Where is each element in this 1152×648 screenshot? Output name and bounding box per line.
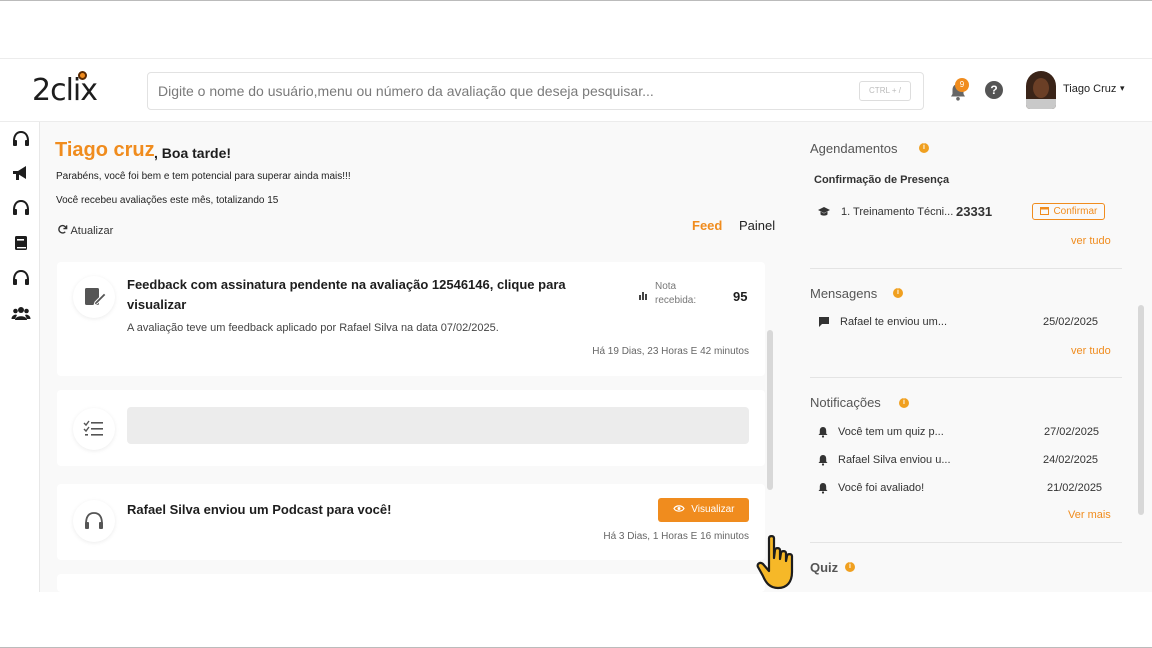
search-shortcut-hint: CTRL + / xyxy=(859,81,911,101)
view-podcast-button[interactable]: Visualizar xyxy=(658,498,749,522)
info-icon: i xyxy=(919,143,929,153)
greeting-text: , Boa tarde! xyxy=(154,145,232,161)
mensagens-see-all-link[interactable]: ver tudo xyxy=(1071,345,1111,357)
agendamentos-see-all-link[interactable]: ver tudo xyxy=(1071,235,1111,247)
headset-icon[interactable] xyxy=(11,130,31,148)
megaphone-icon[interactable] xyxy=(11,164,31,182)
info-icon: i xyxy=(845,562,855,572)
graduation-cap-icon xyxy=(818,207,830,216)
refresh-button[interactable]: Atualizar xyxy=(57,224,113,237)
tab-feed[interactable]: Feed xyxy=(692,218,722,233)
divider xyxy=(810,268,1122,269)
headphones-icon xyxy=(73,500,115,542)
notificacoes-title: Notificações xyxy=(810,395,881,410)
agendamentos-subtitle: Confirmação de Presença xyxy=(814,174,950,186)
mensagem-item-date: 25/02/2025 xyxy=(1043,316,1099,328)
calendar-icon xyxy=(1039,207,1049,215)
refresh-label: Atualizar xyxy=(70,225,114,237)
signature-icon xyxy=(73,276,115,318)
sidebar xyxy=(0,122,40,592)
evaluations-summary: Você recebeu avaliações este mês, totali… xyxy=(56,195,279,206)
bell-icon xyxy=(818,483,828,494)
info-icon: i xyxy=(899,398,909,408)
search-bar[interactable]: CTRL + / xyxy=(147,72,924,110)
bell-icon xyxy=(818,427,828,438)
notificacao-item-text[interactable]: Você tem um quiz p... xyxy=(838,426,944,438)
card-podcast-title[interactable]: Rafael Silva enviou um Podcast para você… xyxy=(127,500,391,520)
right-panel-scrollbar[interactable] xyxy=(1138,305,1144,515)
user-name[interactable]: Tiago Cruz xyxy=(1063,83,1116,95)
avatar[interactable] xyxy=(1026,71,1056,109)
bell-icon xyxy=(818,455,828,466)
right-panel xyxy=(798,122,1152,592)
avatar-shirt xyxy=(1026,99,1056,109)
avatar-face xyxy=(1033,78,1049,98)
feed-scrollbar[interactable] xyxy=(767,330,773,490)
notification-badge: 9 xyxy=(955,78,969,92)
bottom-blank-area xyxy=(0,592,1152,648)
brand-logo[interactable]: 2clix xyxy=(32,71,98,108)
tab-painel[interactable]: Painel xyxy=(739,218,775,233)
info-icon: i xyxy=(893,288,903,298)
group-icon[interactable] xyxy=(11,304,31,322)
book-icon[interactable] xyxy=(11,234,31,252)
quiz-title: Quiz xyxy=(810,560,839,575)
agendamento-item-code: 23331 xyxy=(956,204,993,219)
score-value: 95 xyxy=(733,289,748,304)
logo-dot-icon xyxy=(78,71,87,80)
score-label: Nota recebida: xyxy=(655,281,697,306)
search-input[interactable] xyxy=(158,81,848,101)
eye-icon xyxy=(672,505,685,512)
view-podcast-label: Visualizar xyxy=(691,504,735,515)
message-icon xyxy=(819,317,829,327)
notificacao-item-date: 27/02/2025 xyxy=(1044,426,1100,438)
greeting-message: Parabéns, você foi bem e tem potencial p… xyxy=(56,171,351,182)
card-podcast-time: Há 3 Dias, 1 Horas E 16 minutos xyxy=(603,531,749,542)
confirm-label: Confirmar xyxy=(1053,206,1098,217)
refresh-icon xyxy=(58,224,68,234)
loading-skeleton xyxy=(127,407,749,444)
divider xyxy=(810,377,1122,378)
card-feedback-description: A avaliação teve um feedback aplicado po… xyxy=(127,322,499,334)
notificacao-item-date: 24/02/2025 xyxy=(1043,454,1099,466)
greeting-name: Tiago cruz xyxy=(55,139,155,161)
notificacao-item-text[interactable]: Rafael Silva enviou u... xyxy=(838,454,951,466)
confirm-button[interactable]: Confirmar xyxy=(1032,203,1105,220)
notificacao-item-text[interactable]: Você foi avaliado! xyxy=(838,482,924,494)
mensagens-title: Mensagens xyxy=(810,286,878,301)
agendamento-item-text[interactable]: 1. Treinamento Técni... xyxy=(841,206,953,218)
notificacao-item-date: 21/02/2025 xyxy=(1047,482,1103,494)
top-header: 2clix CTRL + / 9 ? Tiago Cruz ▾ xyxy=(0,58,1152,122)
divider xyxy=(810,542,1122,543)
feed-card-partial xyxy=(57,574,765,592)
feed-card-podcast[interactable] xyxy=(57,484,765,560)
agendamentos-title: Agendamentos xyxy=(810,141,898,156)
headset-icon[interactable] xyxy=(11,269,31,287)
mensagem-item-text[interactable]: Rafael te enviou um... xyxy=(840,316,947,328)
checklist-icon xyxy=(73,408,115,450)
notificacoes-see-more-link[interactable]: Ver mais xyxy=(1068,509,1111,521)
bar-chart-icon xyxy=(639,292,647,300)
card-feedback-time: Há 19 Dias, 23 Horas E 42 minutos xyxy=(592,346,749,357)
hand-cursor-icon xyxy=(756,535,794,590)
card-feedback-title[interactable]: Feedback com assinatura pendente na aval… xyxy=(127,275,607,315)
headset-icon[interactable] xyxy=(11,199,31,217)
chevron-down-icon[interactable]: ▾ xyxy=(1120,83,1125,94)
help-icon[interactable]: ? xyxy=(985,81,1003,99)
top-blank-area xyxy=(0,0,1152,58)
